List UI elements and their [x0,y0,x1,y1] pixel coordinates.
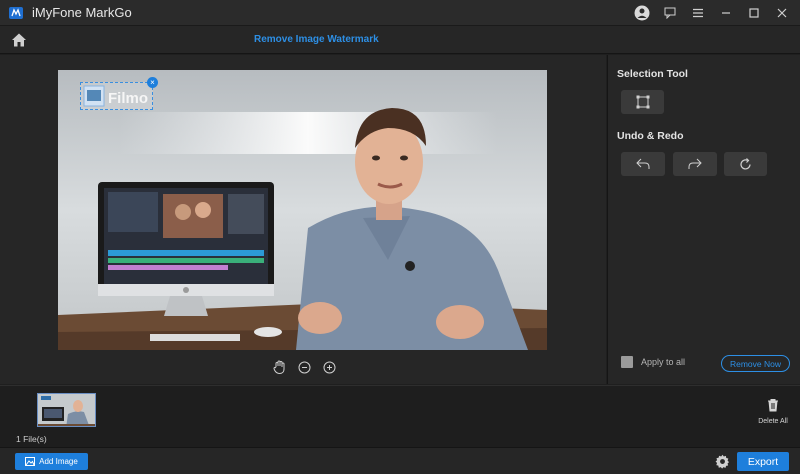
add-image-label: Add Image [39,457,78,466]
redo-button[interactable] [673,152,717,176]
tools-panel: Selection Tool Undo & Redo Apply to all … [607,55,800,384]
hand-icon[interactable] [272,360,286,374]
preview-image: Filmo [58,70,547,350]
apply-to-all-label: Apply to all [641,357,686,367]
minimize-icon[interactable] [716,3,736,23]
remove-selection-icon[interactable]: × [147,77,158,88]
title-bar: iMyFone MarkGo [0,0,800,26]
reset-icon [740,157,751,170]
markgo-logo-icon [9,7,23,19]
reset-button[interactable] [724,152,767,176]
undo-icon [636,158,650,169]
settings-icon[interactable] [715,454,730,469]
undo-redo-heading: Undo & Redo [617,130,684,142]
undo-button[interactable] [621,152,665,176]
nav-bar: Remove Image Watermark [0,26,800,54]
selection-tool-heading: Selection Tool [617,68,688,80]
file-count: 1 File(s) [16,434,47,444]
remove-now-button[interactable]: Remove Now [721,355,790,372]
delete-all-button[interactable]: Delete All [756,398,790,425]
page-title: Remove Image Watermark [254,34,379,45]
rectangle-select-icon [636,95,649,109]
export-button[interactable]: Export [737,452,789,471]
close-icon[interactable] [772,3,792,23]
apply-to-all-checkbox[interactable] [621,356,633,368]
add-image-icon [25,457,36,466]
feedback-icon[interactable] [660,3,680,23]
bottom-bar: Add Image Export [0,447,800,474]
zoom-out-icon[interactable] [297,360,311,374]
image-canvas[interactable]: Filmo × [58,70,547,350]
zoom-in-icon[interactable] [322,360,336,374]
home-icon[interactable] [10,31,28,49]
file-strip: 1 File(s) Delete All [0,385,800,447]
user-account-icon[interactable] [632,3,652,23]
delete-all-label: Delete All [758,418,788,425]
editor-area: Filmo × [0,55,606,384]
trash-icon [768,399,778,412]
add-image-button[interactable]: Add Image [15,453,88,470]
redo-icon [688,158,702,169]
thumbnail-image [38,394,95,426]
app-title: iMyFone MarkGo [32,5,132,20]
menu-icon[interactable] [688,3,708,23]
file-thumbnail[interactable] [37,393,96,427]
maximize-icon[interactable] [744,3,764,23]
watermark-selection-box[interactable]: × [80,77,158,110]
rectangle-select-button[interactable] [621,90,664,114]
